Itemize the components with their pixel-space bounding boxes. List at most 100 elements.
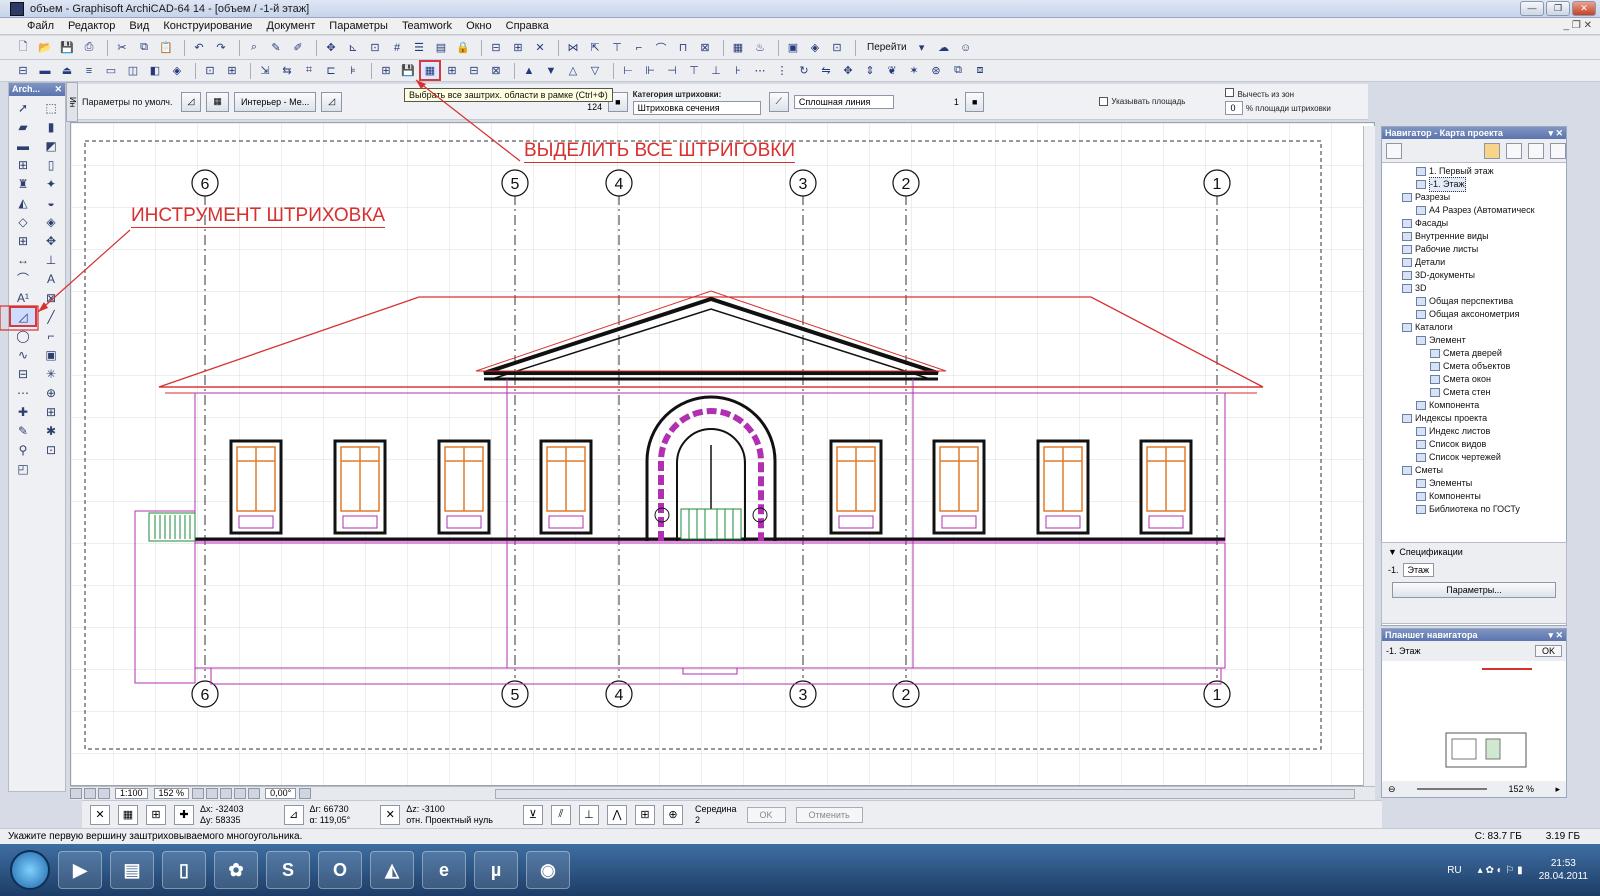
archicad-taskbar-icon[interactable]: ◭	[370, 851, 414, 889]
align-icon[interactable]: ⊧	[344, 62, 362, 79]
menu-design[interactable]: Конструирование	[156, 20, 259, 32]
image-tool-icon[interactable]: ⊠	[39, 289, 63, 306]
navigator-close-icon[interactable]: ▾ ✕	[1548, 127, 1563, 139]
pen-set-icon[interactable]: ▤	[432, 39, 450, 56]
origin-icon[interactable]: ✚	[174, 804, 194, 825]
change-tool-icon[interactable]: ⊡	[39, 441, 63, 458]
goto-button[interactable]: Перейти	[867, 42, 907, 53]
distort-icon[interactable]: ⌗	[300, 62, 318, 79]
minimize-button[interactable]: —	[1520, 1, 1544, 16]
crop-icon[interactable]: ⊏	[322, 62, 340, 79]
zoom-field[interactable]: 152 %	[153, 788, 190, 799]
start-button[interactable]	[10, 850, 50, 890]
select-walls-icon[interactable]: ⊞	[443, 62, 461, 79]
tree-item[interactable]: Индекс листов	[1382, 425, 1566, 438]
figure-tool-icon[interactable]: ▣	[39, 346, 63, 363]
tree-item[interactable]: Смета объектов	[1382, 360, 1566, 373]
preview-ok-button[interactable]: OK	[1534, 645, 1562, 657]
trim-icon[interactable]: ⊓	[674, 39, 692, 56]
multiply-icon[interactable]: ⊛	[927, 62, 945, 79]
select-all-hatches-icon[interactable]: ▦	[419, 60, 441, 81]
grid-tool-icon[interactable]: ⋯	[11, 384, 35, 401]
layout-icon[interactable]: ⊡	[828, 39, 846, 56]
chevron-down-icon[interactable]: ▾	[913, 39, 931, 56]
tree-item[interactable]: Список чертежей	[1382, 451, 1566, 464]
menu-help[interactable]: Справка	[499, 20, 556, 32]
align-bottom-icon[interactable]: ⊦	[729, 62, 747, 79]
paste-icon[interactable]: 📋	[157, 39, 175, 56]
publisher-tab[interactable]	[1528, 142, 1544, 159]
pan-icon[interactable]	[234, 788, 247, 799]
magnify-icon[interactable]: ⊕	[662, 804, 683, 825]
curtain-wall-tool-icon[interactable]: ⊞	[11, 232, 35, 249]
interior-layer-button[interactable]: Интерьер - Ме...	[233, 91, 317, 112]
perpendicular-icon[interactable]: ⊥	[578, 804, 599, 825]
syringe-icon[interactable]: ✐	[289, 39, 307, 56]
window-element[interactable]	[333, 439, 387, 535]
coord-close-icon[interactable]: ✕	[90, 804, 110, 825]
toolbox-close-icon[interactable]: ✕	[54, 83, 62, 96]
fire-icon[interactable]: ♨	[751, 39, 769, 56]
preview-thumbnail[interactable]	[1382, 661, 1566, 779]
zoom-in-icon[interactable]	[192, 788, 205, 799]
menu-options[interactable]: Параметры	[322, 20, 395, 32]
align-left-icon[interactable]: ⊢	[619, 62, 637, 79]
project-map-tab[interactable]	[1386, 142, 1402, 159]
tree-item[interactable]: Компоненты	[1382, 490, 1566, 503]
zoom-out-icon[interactable]	[206, 788, 219, 799]
align-top-icon[interactable]: ⊤	[685, 62, 703, 79]
window-element[interactable]	[539, 439, 593, 535]
snap-icon[interactable]: ⊾	[344, 39, 362, 56]
tree-item[interactable]: Общая аксонометрия	[1382, 308, 1566, 321]
magic-wand-icon[interactable]: ✶	[905, 62, 923, 79]
select-slabs-icon[interactable]: ⊟	[465, 62, 483, 79]
drag-icon[interactable]: ✥	[839, 62, 857, 79]
tree-item[interactable]: А4 Разрез (Автоматическ	[1382, 204, 1566, 217]
wall-tool-icon[interactable]: ▰	[11, 118, 35, 135]
stretch-icon[interactable]: ⇆	[278, 62, 296, 79]
object-tool-icon[interactable]: ♜	[11, 175, 35, 192]
info-vertical-tab[interactable]: Ин	[66, 82, 78, 122]
slab-tool-icon[interactable]: ◩	[39, 137, 63, 154]
line-type-icon[interactable]: ⟋	[768, 91, 789, 112]
z-icon[interactable]: ✕	[380, 804, 401, 825]
horizontal-scrollbar[interactable]	[495, 788, 1355, 799]
undo-icon[interactable]: ↶	[190, 39, 208, 56]
tree-item[interactable]: 1. Первый этаж	[1382, 165, 1566, 178]
utorrent-icon[interactable]: µ	[474, 851, 518, 889]
morph-tool-icon[interactable]: ✥	[39, 232, 63, 249]
window-element[interactable]	[1139, 439, 1193, 535]
lamp-tool-icon[interactable]: ✦	[39, 175, 63, 192]
distribute-h-icon[interactable]: ⋯	[751, 62, 769, 79]
window-element[interactable]	[229, 439, 283, 535]
preview-zoom[interactable]: 152 %	[1508, 784, 1534, 794]
ie-icon[interactable]: e	[422, 851, 466, 889]
line-tool-icon[interactable]: ╱	[39, 308, 63, 325]
tree-item[interactable]: Компонента	[1382, 399, 1566, 412]
select-fills-icon[interactable]: ⊞	[377, 62, 395, 79]
rotate-view-icon[interactable]	[248, 788, 261, 799]
cancel-button[interactable]: Отменить	[795, 806, 863, 823]
text-tool-icon[interactable]: A	[39, 270, 63, 287]
tree-item[interactable]: Индексы проекта	[1382, 412, 1566, 425]
circle-tool-icon[interactable]: ◯	[11, 327, 35, 344]
skype-icon[interactable]: S	[266, 851, 310, 889]
group-icon[interactable]: ⊡	[201, 62, 219, 79]
table-icon[interactable]: ⊞	[509, 39, 527, 56]
stair-tool-icon[interactable]: ⊞	[11, 156, 35, 173]
line-type-select[interactable]: Сплошная линия	[793, 94, 894, 109]
parallel-icon[interactable]: ⫽	[550, 804, 571, 825]
view-btn-3-icon[interactable]	[98, 788, 110, 799]
rotate-icon[interactable]: ↻	[795, 62, 813, 79]
snap-grid-icon[interactable]: ⊞	[146, 804, 166, 825]
align-middle-icon[interactable]: ⊥	[707, 62, 725, 79]
print-icon[interactable]: ⎙	[80, 39, 98, 56]
fill-settings-button[interactable]: ◿	[180, 91, 202, 112]
mdi-controls[interactable]: _ ❐ ✕	[1564, 20, 1592, 31]
preview-zoom-out-icon[interactable]: ⊖	[1388, 784, 1396, 795]
navigator-walk-icon[interactable]: ☁	[935, 39, 953, 56]
elevation-icon[interactable]: ⏏	[58, 62, 76, 79]
delete-icon[interactable]: ✕	[531, 39, 549, 56]
arrow-tool-icon[interactable]: ➚	[11, 99, 35, 116]
tree-item[interactable]: Смета дверей	[1382, 347, 1566, 360]
